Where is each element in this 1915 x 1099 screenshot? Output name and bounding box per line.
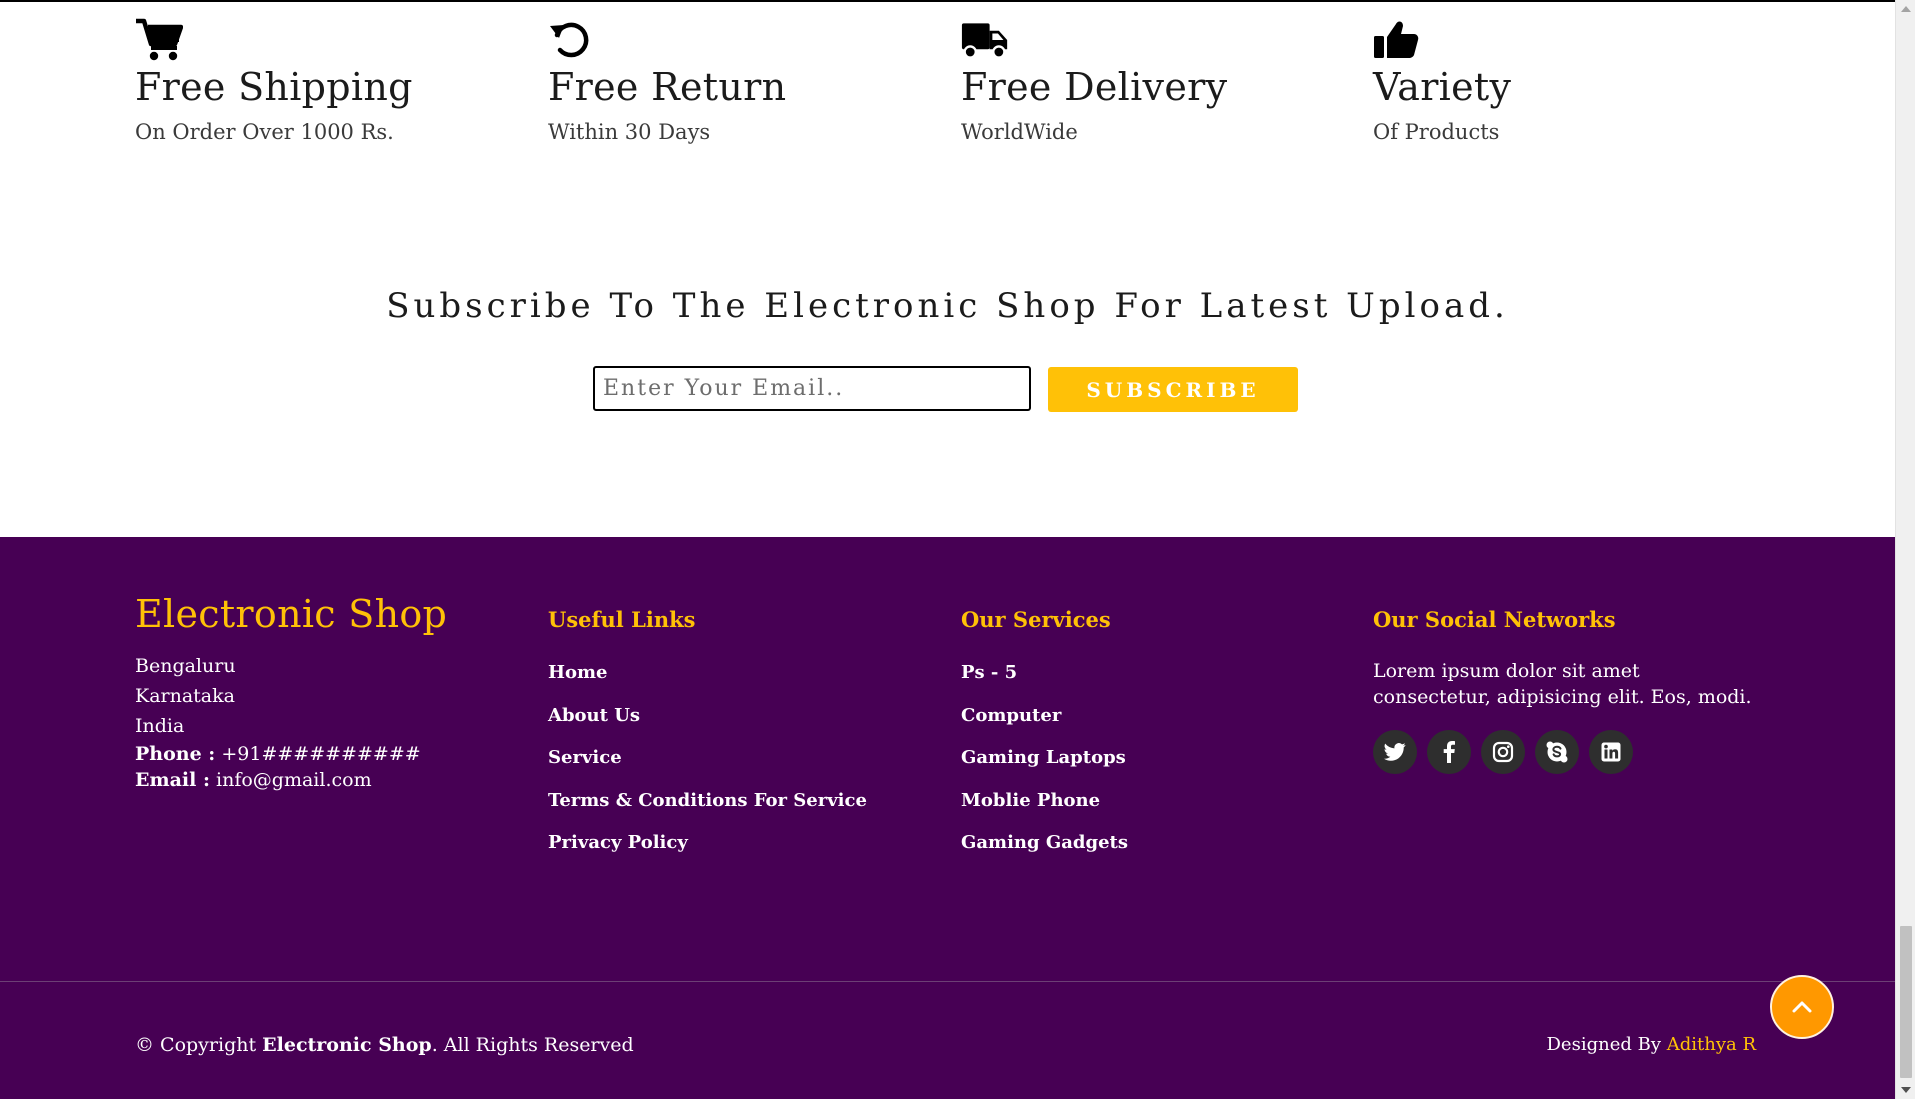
copyright-prefix: © Copyright [135,1034,263,1056]
feature-variety: Variety Of Products [1373,18,1753,144]
scrollbar-thumb[interactable] [1900,926,1912,1078]
copyright-suffix: . All Rights Reserved [431,1034,634,1056]
chevron-up-icon [1792,1001,1812,1013]
email-line: Email : info@gmail.com [135,767,525,793]
useful-links-title: Useful Links [548,607,696,632]
feature-title: Free Return [548,65,787,109]
link-terms[interactable]: Terms & Conditions For Service [548,790,938,833]
designed-by-label: Designed By [1546,1034,1667,1055]
truck-icon [961,23,1008,59]
social-description: Lorem ipsum dolor sit amet consectetur, … [1373,660,1752,708]
feature-subtitle: On Order Over 1000 Rs. [135,119,394,144]
social-icons [1373,730,1763,774]
footer: Electronic Shop Bengaluru Karnataka Indi… [0,537,1895,1099]
skype-button[interactable] [1535,730,1579,774]
twitter-icon [1384,743,1406,761]
feature-free-return: Free Return Within 30 Days [548,18,928,144]
subscribe-button[interactable]: SUBSCRIBE [1048,367,1298,412]
feature-free-delivery: Free Delivery WorldWide [961,18,1341,144]
subscribe-heading: Subscribe To The Electronic Shop For Lat… [386,286,1509,326]
linkedin-button[interactable] [1589,730,1633,774]
phone-value: +91########## [221,742,421,765]
page: Free Shipping On Order Over 1000 Rs. Fre… [0,0,1915,1099]
copyright: © Copyright Electronic Shop. All Rights … [135,1034,634,1056]
subscribe-form: SUBSCRIBE [593,366,1298,412]
address-city: Bengaluru [135,654,236,677]
twitter-button[interactable] [1373,730,1417,774]
address-country: India [135,714,185,737]
phone-label: Phone : [135,742,216,765]
scroll-up-arrow-icon[interactable] [1901,6,1911,12]
email-value: info@gmail.com [216,768,372,791]
email-label: Email : [135,768,210,791]
facebook-icon [1443,741,1455,763]
link-service[interactable]: Service [548,747,938,790]
social-title: Our Social Networks [1373,607,1616,632]
back-to-top-button[interactable] [1770,975,1834,1039]
feature-title: Free Delivery [961,65,1228,109]
footer-services-column: Our Services Ps - 5 Computer Gaming Lapt… [961,607,1351,875]
feature-title: Variety [1373,65,1512,109]
link-home[interactable]: Home [548,662,938,705]
service-gaming-laptops[interactable]: Gaming Laptops [961,747,1351,790]
feature-title: Free Shipping [135,65,413,109]
facebook-button[interactable] [1427,730,1471,774]
email-input[interactable] [593,366,1031,411]
service-ps5[interactable]: Ps - 5 [961,662,1351,705]
feature-subtitle: Of Products [1373,119,1500,144]
cart-icon [136,18,183,61]
service-computer[interactable]: Computer [961,705,1351,748]
service-mobile-phone[interactable]: Moblie Phone [961,790,1351,833]
copyright-brand: Electronic Shop [262,1034,432,1056]
return-icon [550,22,589,58]
link-privacy-policy[interactable]: Privacy Policy [548,832,938,875]
services-title: Our Services [961,607,1111,632]
features-section: Free Shipping On Order Over 1000 Rs. Fre… [0,0,1895,180]
feature-subtitle: Within 30 Days [548,119,711,144]
feature-free-shipping: Free Shipping On Order Over 1000 Rs. [135,18,515,144]
footer-divider [0,981,1895,982]
footer-contact-column: Electronic Shop Bengaluru Karnataka Indi… [135,592,525,793]
linkedin-icon [1601,742,1621,762]
address-state: Karnataka [135,684,235,707]
footer-brand: Electronic Shop [135,592,448,636]
services-list: Ps - 5 Computer Gaming Laptops Moblie Ph… [961,662,1351,875]
scroll-down-arrow-icon[interactable] [1901,1087,1911,1093]
designer-link[interactable]: Adithya R [1667,1034,1756,1055]
scrollbar[interactable] [1895,0,1915,1099]
designed-by: Designed By Adithya R [1547,1034,1757,1055]
phone-line: Phone : +91########## [135,741,525,767]
instagram-button[interactable] [1481,730,1525,774]
footer-social-column: Our Social Networks Lorem ipsum dolor si… [1373,607,1763,774]
link-about-us[interactable]: About Us [548,705,938,748]
footer-useful-links-column: Useful Links Home About Us Service Terms… [548,607,938,875]
service-gaming-gadgets[interactable]: Gaming Gadgets [961,832,1351,875]
instagram-icon [1492,741,1514,763]
thumbs-up-icon [1374,21,1419,58]
skype-icon [1546,741,1568,763]
useful-links-list: Home About Us Service Terms & Conditions… [548,662,938,875]
feature-subtitle: WorldWide [961,119,1078,144]
